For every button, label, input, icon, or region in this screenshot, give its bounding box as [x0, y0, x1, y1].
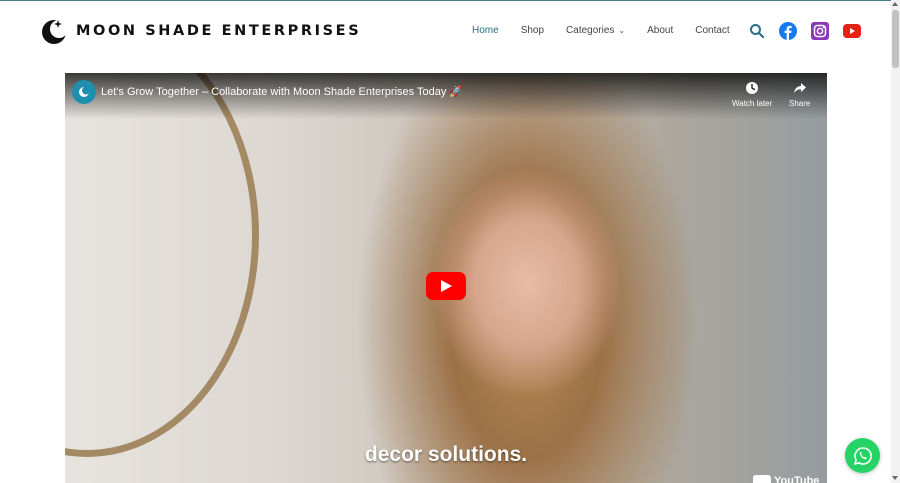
page-scrollbar[interactable]: [891, 0, 900, 483]
main-nav: Home Shop Categories ⌄ About Contact: [472, 25, 752, 36]
youtube-icon[interactable]: [843, 24, 861, 43]
logo-text: MOON SHADE ENTERPRISES: [76, 23, 362, 39]
channel-avatar[interactable]: [72, 80, 96, 104]
video-title[interactable]: Let's Grow Together – Collaborate with M…: [101, 85, 463, 98]
nav-categories[interactable]: Categories ⌄: [566, 25, 625, 36]
clock-icon: [746, 82, 759, 94]
nav-categories-label: Categories: [566, 25, 615, 36]
scroll-up-arrow-icon[interactable]: [892, 2, 898, 6]
watch-later-label: Watch later: [732, 99, 773, 108]
search-icon[interactable]: [749, 23, 765, 44]
nav-about[interactable]: About: [647, 25, 673, 36]
scroll-down-arrow-icon[interactable]: [892, 476, 898, 480]
video-background-mirror: [65, 73, 259, 457]
share-button[interactable]: Share: [789, 81, 810, 108]
whatsapp-chat-button[interactable]: [845, 438, 880, 473]
play-button[interactable]: [426, 272, 466, 300]
site-logo[interactable]: MOON SHADE ENTERPRISES: [40, 17, 361, 45]
nav-contact[interactable]: Contact: [695, 25, 729, 36]
header-icons: [749, 22, 861, 45]
whatsapp-icon: [853, 446, 872, 465]
youtube-watermark[interactable]: YouTube: [753, 475, 819, 483]
video-player[interactable]: Let's Grow Together – Collaborate with M…: [65, 73, 827, 483]
instagram-icon[interactable]: [811, 22, 829, 45]
scrollbar-thumb[interactable]: [892, 10, 899, 68]
nav-home[interactable]: Home: [472, 25, 499, 36]
watch-later-button[interactable]: Watch later: [732, 81, 772, 108]
site-header: MOON SHADE ENTERPRISES Home Shop Categor…: [0, 1, 890, 61]
youtube-logo-icon: [753, 475, 771, 483]
chevron-down-icon: ⌄: [618, 26, 626, 35]
video-subtitle: decor solutions.: [364, 443, 528, 466]
facebook-icon[interactable]: [779, 22, 797, 45]
share-arrow-icon: [793, 83, 806, 93]
share-label: Share: [789, 99, 811, 108]
youtube-watermark-text: YouTube: [774, 475, 820, 483]
nav-shop[interactable]: Shop: [521, 25, 544, 36]
moon-channel-icon: [79, 86, 90, 97]
moon-logo-icon: [42, 20, 68, 44]
